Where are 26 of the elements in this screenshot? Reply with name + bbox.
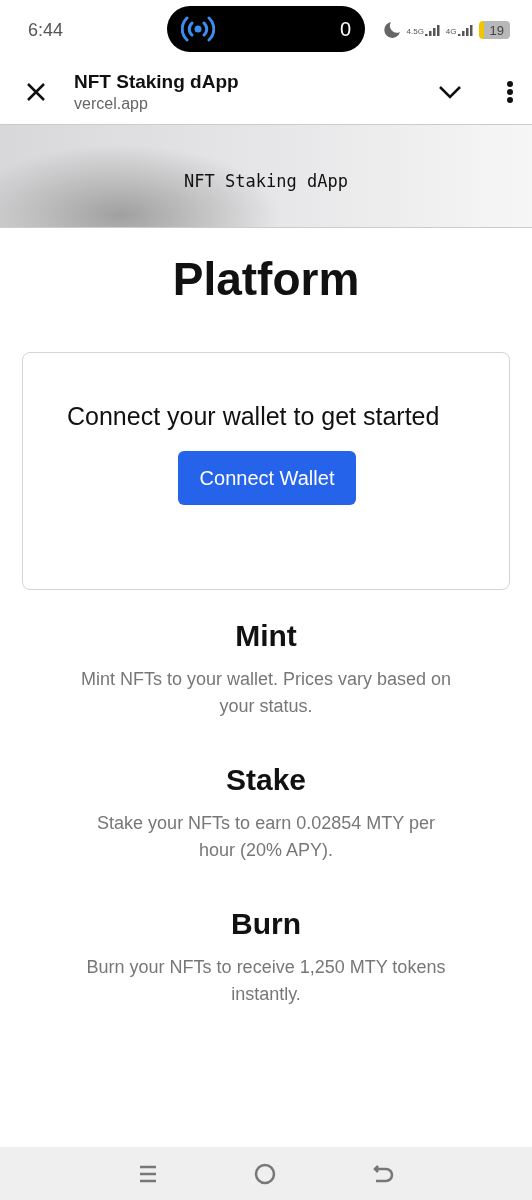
back-icon[interactable] (372, 1162, 394, 1185)
page-heading: Platform (171, 252, 361, 306)
feature-description: Mint NFTs to your wallet. Prices vary based on your status. (80, 668, 452, 718)
moon-icon (382, 21, 401, 39)
site-title: NFT Staking dApp (184, 171, 348, 191)
chevron-down-button[interactable] (438, 85, 462, 99)
feature-title: Burn (230, 906, 302, 942)
feature-description: Stake your NFTs to earn 0.02854 MTY per hour (20% APY). (96, 812, 436, 862)
feature-description: Burn your NFTs to receive 1,250 MTY tokens instantly. (85, 956, 447, 1006)
connect-message: Connect your wallet to get started (67, 401, 441, 432)
signal-icon (424, 24, 440, 36)
pill-count: 0 (339, 17, 351, 41)
page-title: NFT Staking dApp (74, 71, 240, 93)
battery-indicator: 19 (478, 21, 510, 39)
network-label: 4G (445, 28, 457, 36)
connect-wallet-button[interactable]: Connect Wallet (177, 451, 357, 505)
feature-title: Stake (224, 762, 308, 798)
broadcast-icon (181, 15, 215, 43)
feature-title: Mint (234, 618, 298, 654)
menu-icon[interactable] (138, 1163, 158, 1184)
page-url: vercel.app (74, 95, 149, 113)
home-icon[interactable] (254, 1162, 276, 1185)
network-label: 4.5G (406, 28, 424, 36)
signal-icon (457, 24, 473, 36)
status-time: 6:44 (28, 19, 64, 41)
menu-button[interactable] (506, 80, 514, 104)
